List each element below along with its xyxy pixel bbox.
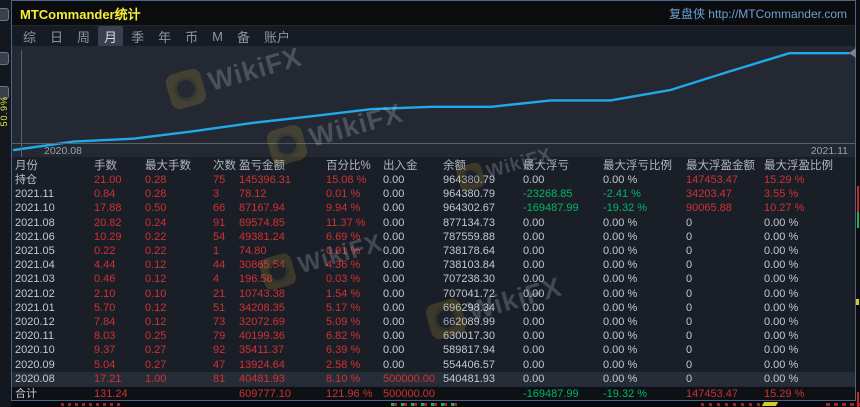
row-2020-08[interactable]: 2020.08 17.21 1.00 81 40481.93 8.10 % 500000.0… xyxy=(12,371,855,387)
row-2021-08[interactable]: 2021.08 20.82 0.24 91 89574.85 11.37 % 0.00 877… xyxy=(12,216,855,230)
stats-table: 月份 手数 最大手数 次数 盈亏金额 百分比% 出入金 余额 最大浮亏 最大浮亏比例 最大浮盈金额最… xyxy=(12,157,855,400)
row-2021-06[interactable]: 2021.06 10.29 0.22 54 49381.24 6.69 % 0.00 7875… xyxy=(12,230,855,244)
column-header-3[interactable]: 次数 xyxy=(210,157,236,173)
row-2020-10[interactable]: 2020.10 9.37 0.27 92 35411.37 6.39 % 0.00 58981… xyxy=(12,343,855,357)
menu-item-zhanghu[interactable]: 账户 xyxy=(258,26,296,47)
row-2021-03[interactable]: 2021.03 0.46 0.12 4 196.58 0.03 % 0.00 707238.3… xyxy=(12,272,855,286)
website-link[interactable]: 复盘侠 http://MTCommander.com xyxy=(669,5,847,22)
menu-item-nian[interactable]: 年 xyxy=(152,26,177,47)
candlestick-sliver xyxy=(857,186,859,212)
row-position[interactable]: 持仓 21.00 0.28 75 145396.31 15.08 % 0.00 964380.… xyxy=(12,173,855,187)
window-title: MTCommander统计 xyxy=(20,6,141,22)
candlestick-sliver xyxy=(701,403,761,406)
column-header-9[interactable]: 最大浮亏比例 xyxy=(600,157,683,173)
row-2020-12[interactable]: 2020.12 7.84 0.12 73 32072.69 5.09 % 0.00 66208… xyxy=(12,315,855,329)
menu-item-bi[interactable]: 币 xyxy=(179,26,204,47)
column-header-0[interactable]: 月份 xyxy=(12,157,91,173)
menu-item-zhou[interactable]: 周 xyxy=(71,26,96,47)
column-header-4[interactable]: 盈亏金额 xyxy=(236,157,323,173)
column-header-6[interactable]: 出入金 xyxy=(380,157,440,173)
balance-chart: 2020.08 2021.11 xyxy=(12,46,855,157)
stats-window: MTCommander统计 复盘侠 http://MTCommander.com… xyxy=(11,0,856,401)
column-header-8[interactable]: 最大浮亏 xyxy=(520,157,600,173)
row-2020-11[interactable]: 2020.11 8.03 0.25 79 40199.36 6.82 % 0.00 63001… xyxy=(12,329,855,343)
x-axis-start-label: 2020.08 xyxy=(44,145,82,157)
menu-bar: 综日周月季年币 M 备账户 xyxy=(12,25,855,47)
column-header-11[interactable]: 最大浮盈比例 xyxy=(761,157,855,173)
candlestick-sliver xyxy=(391,403,461,406)
menu-item-zong[interactable]: 综 xyxy=(17,26,42,47)
menu-item-yue[interactable]: 月 xyxy=(98,25,124,47)
column-header-10[interactable]: 最大浮盈金额 xyxy=(683,157,761,173)
title-bar: MTCommander统计 复盘侠 http://MTCommander.com xyxy=(12,1,855,26)
underlying-window-strip-left: 50.9% xyxy=(0,0,11,407)
toolbar-button-sliver[interactable] xyxy=(0,8,9,21)
table-wrap: 月份 手数 最大手数 次数 盈亏金额 百分比% 出入金 余额 最大浮亏 最大浮亏比例 最大浮盈金额最… xyxy=(12,157,855,400)
candlestick-sliver xyxy=(826,403,860,406)
row-total[interactable]: 合计 131.24 609777.10 121.96 % 500000.00 -16948… xyxy=(12,386,855,400)
row-2021-10[interactable]: 2021.10 17.88 0.50 66 87167.94 9.94 % 0.00 9643… xyxy=(12,201,855,215)
row-2020-09[interactable]: 2020.09 5.04 0.27 47 13924.64 2.58 % 0.00 55440… xyxy=(12,358,855,372)
underlying-axis-label: 50.9% xyxy=(0,96,9,127)
candlestick-sliver xyxy=(857,212,859,228)
cursor-arrow-icon xyxy=(849,48,856,58)
menu-item-ji[interactable]: 季 xyxy=(125,26,150,47)
underlying-window-strip-bottom xyxy=(11,402,860,407)
row-2021-11[interactable]: 2021.11 0.84 0.28 3 78.12 0.01 % 0.00 964380.79… xyxy=(12,187,855,201)
y-axis-line xyxy=(21,50,22,157)
x-axis-line xyxy=(12,143,855,144)
candlestick-sliver xyxy=(856,299,859,305)
row-2021-01[interactable]: 2021.01 5.70 0.12 51 34208.35 5.17 % 0.00 69629… xyxy=(12,301,855,315)
toolbar-button-sliver[interactable] xyxy=(0,52,9,65)
row-2021-05[interactable]: 2021.05 0.22 0.22 1 74.80 0.01 % 0.00 738178.64… xyxy=(12,244,855,258)
balance-line xyxy=(12,51,851,152)
row-2021-04[interactable]: 2021.04 4.44 0.12 44 30865.54 4.36 % 0.00 73810… xyxy=(12,258,855,272)
menu-item-ri[interactable]: 日 xyxy=(44,26,69,47)
x-axis-end-label: 2021.11 xyxy=(810,145,848,157)
column-header-2[interactable]: 最大手数 xyxy=(142,157,210,173)
balance-curve-svg xyxy=(12,51,851,152)
underlying-window-strip-right xyxy=(856,0,860,407)
menu-item-bei[interactable]: 备 xyxy=(231,26,256,47)
column-header-7[interactable]: 余额 xyxy=(440,157,520,173)
row-2021-02[interactable]: 2021.02 2.10 0.10 21 10743.38 1.54 % 0.00 70704… xyxy=(12,287,855,301)
column-header-1[interactable]: 手数 xyxy=(91,157,142,173)
column-header-5[interactable]: 百分比% xyxy=(323,157,380,173)
candlestick-sliver xyxy=(61,403,121,406)
menu-item-m[interactable]: M xyxy=(206,28,229,45)
candlestick-sliver xyxy=(761,402,779,406)
screen: 50.9% MTCommander统计 复盘侠 http://MTCommand… xyxy=(0,0,860,407)
